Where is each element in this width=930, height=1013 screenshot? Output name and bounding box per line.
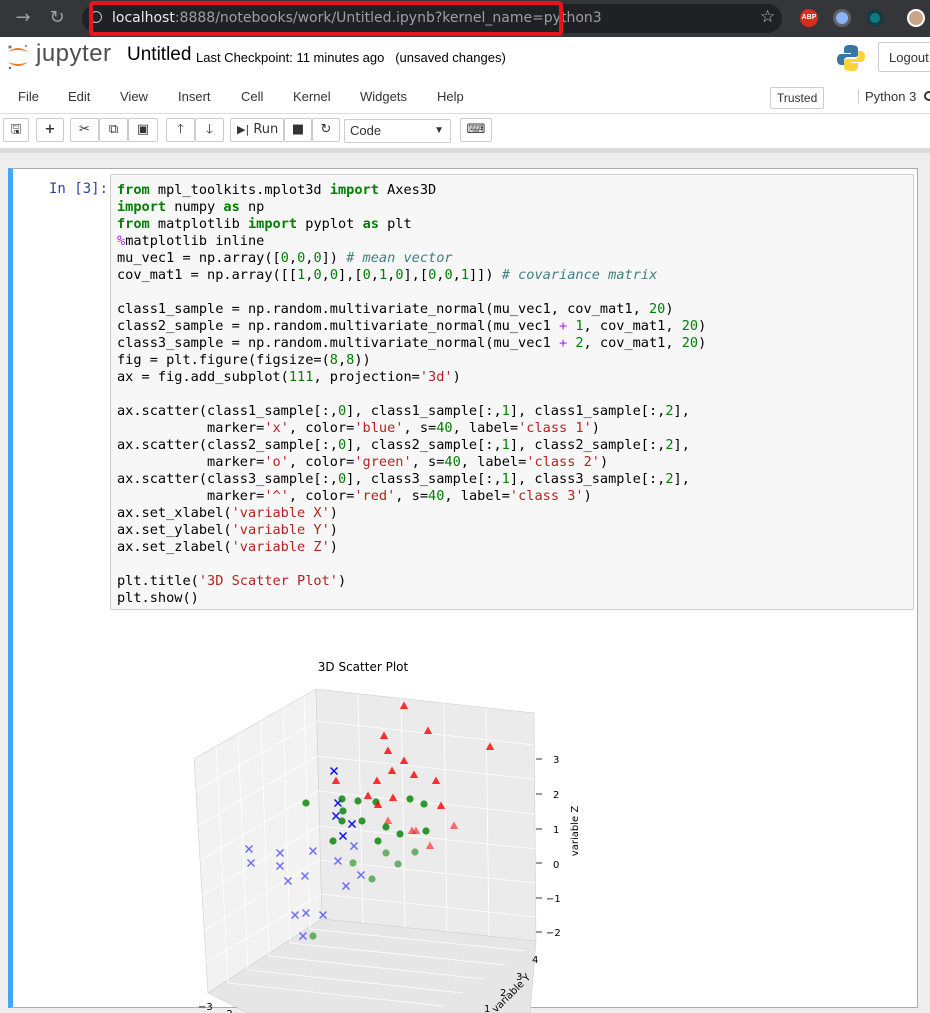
scatter-point-circle [329, 837, 337, 845]
z-tick: −1 [546, 894, 561, 905]
scatter-point-circle [354, 797, 362, 805]
menu-cell[interactable]: Cell [241, 89, 263, 104]
scatter-point-circle [309, 932, 317, 940]
scatter-point-circle [394, 860, 402, 868]
move-up-icon[interactable]: 🡑 [166, 118, 195, 142]
save-icon[interactable]: 🖫 [3, 118, 29, 142]
z-tick: 3 [553, 755, 559, 766]
jupyter-logo-text[interactable]: jupyter [36, 40, 112, 68]
input-prompt: In [3]: [49, 181, 109, 197]
back-pane [315, 688, 537, 942]
move-down-icon[interactable]: 🡓 [195, 118, 224, 142]
code-cell[interactable]: In [3]: from mpl_toolkits.mplot3d import… [8, 168, 918, 1013]
keyboard-icon[interactable]: ⌨ [460, 118, 492, 142]
extension-icon[interactable] [833, 9, 851, 27]
scatter-3d-plot: 3D Scatter Plot 3 2 1 0 −1 −2 variable Z… [193, 660, 581, 1013]
run-button[interactable]: ▶| Run [230, 118, 284, 142]
y-tick: 1 [484, 1004, 490, 1013]
restart-icon[interactable]: ↻ [312, 118, 340, 142]
profile-avatar[interactable] [907, 9, 925, 27]
notebook-toolbar: 🖫 + ✂ ⧉ ▣ 🡑 🡓 ▶| Run ■ ↻ Code ▼ ⌨ [0, 114, 930, 148]
menubar: File Edit View Insert Cell Kernel Widget… [0, 82, 930, 114]
jupyter-header: jupyter Untitled Last Checkpoint: 11 min… [0, 37, 930, 83]
forward-icon[interactable]: → [13, 8, 33, 28]
checkpoint-status: Last Checkpoint: 11 minutes ago (unsaved… [196, 50, 506, 65]
cell-type-value: Code [350, 123, 382, 138]
scatter-point-circle [338, 817, 346, 825]
code-text[interactable]: from mpl_toolkits.mplot3d import Axes3D … [117, 182, 706, 607]
chart-title: 3D Scatter Plot [318, 660, 409, 674]
z-axis-ticks [536, 758, 542, 933]
scatter-point-circle [420, 800, 428, 808]
run-icon: ▶| [237, 123, 250, 136]
scatter-point-circle [382, 823, 390, 831]
scatter-point-circle [411, 848, 419, 856]
chevron-down-icon: ▼ [434, 125, 444, 136]
menu-file[interactable]: File [18, 89, 39, 104]
scatter-point-circle [382, 849, 390, 857]
extension-icon-2[interactable] [866, 9, 884, 27]
menu-edit[interactable]: Edit [68, 89, 90, 104]
z-axis: 3 2 1 0 −1 −2 variable Z [546, 755, 581, 939]
run-label: Run [253, 122, 279, 137]
cell-type-select[interactable]: Code ▼ [344, 119, 451, 143]
x-tick: −3 [198, 1002, 213, 1013]
paste-icon[interactable]: ▣ [128, 118, 158, 142]
kernel-indicator: Python 3 [858, 89, 916, 104]
logout-button[interactable]: Logout [878, 42, 930, 72]
scatter-point-circle [368, 875, 376, 883]
scatter-point-circle [358, 817, 366, 825]
scatter-point-circle [374, 837, 382, 845]
z-axis-label: variable Z [570, 806, 581, 857]
python-logo-icon [837, 45, 865, 71]
scatter-point-circle [349, 859, 357, 867]
abp-icon[interactable]: ABP [800, 9, 818, 27]
notebook-area[interactable]: In [3]: from mpl_toolkits.mplot3d import… [0, 153, 930, 1013]
scatter-point-circle [339, 807, 347, 815]
menu-insert[interactable]: Insert [178, 89, 211, 104]
copy-icon[interactable]: ⧉ [99, 118, 128, 142]
z-tick: −2 [546, 928, 561, 939]
z-tick: 2 [553, 790, 559, 801]
cut-icon[interactable]: ✂ [70, 118, 99, 142]
address-highlight-box [89, 1, 563, 36]
menu-kernel[interactable]: Kernel [293, 89, 331, 104]
scatter-point-circle [338, 795, 346, 803]
menu-view[interactable]: View [120, 89, 148, 104]
kernel-status-icon [924, 91, 930, 101]
reload-icon[interactable]: ↻ [47, 8, 67, 28]
interrupt-icon[interactable]: ■ [284, 118, 312, 142]
insert-cell-icon[interactable]: + [36, 118, 64, 142]
y-tick: 4 [532, 955, 538, 966]
z-tick: 0 [553, 860, 559, 871]
x-tick: −2 [218, 1009, 233, 1013]
z-tick: 1 [553, 825, 559, 836]
scatter-point-circle [302, 799, 310, 807]
notebook-title[interactable]: Untitled [127, 44, 191, 66]
menu-widgets[interactable]: Widgets [360, 89, 407, 104]
scatter-point-circle [406, 795, 414, 803]
menu-help[interactable]: Help [437, 89, 464, 104]
code-editor[interactable]: from mpl_toolkits.mplot3d import Axes3D … [110, 174, 914, 610]
scatter-point-circle [396, 830, 404, 838]
browser-toolbar: → ↻ localhost:8888/notebooks/work/Untitl… [0, 0, 930, 37]
jupyter-logo-icon[interactable] [6, 42, 30, 72]
scatter-point-circle [422, 827, 430, 835]
trusted-indicator[interactable]: Trusted [770, 87, 825, 109]
bookmark-star-icon[interactable]: ☆ [760, 7, 775, 27]
